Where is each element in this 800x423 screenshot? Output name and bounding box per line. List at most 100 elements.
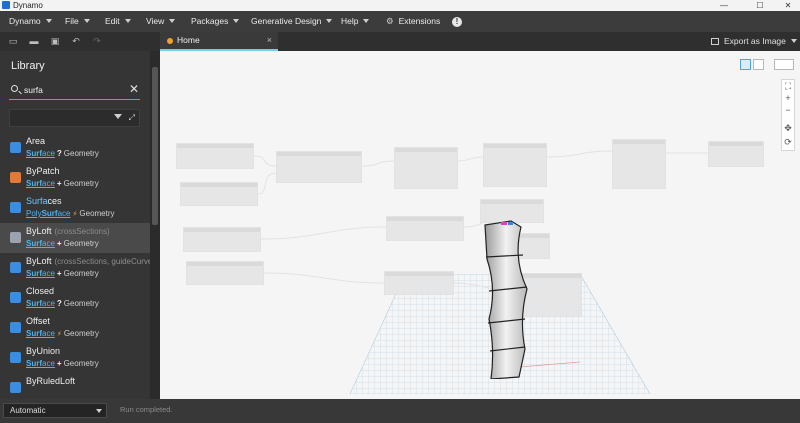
result-name: Closed: [26, 286, 55, 296]
library-result-item[interactable]: Offset Surface ⚡ Geometry: [0, 313, 150, 343]
window-title-bar: Dynamo — ☐ ✕: [0, 0, 800, 11]
chevron-down-icon: [790, 39, 797, 43]
graph-view-icon[interactable]: [753, 59, 764, 70]
library-result-item[interactable]: ByLoft (crossSections, guideCurves) Surfac…: [0, 253, 150, 283]
graph-canvas[interactable]: ⛶ + − ✥ ⟳: [160, 51, 800, 399]
node-type-icon: [10, 142, 21, 153]
export-as-image-button[interactable]: Export as Image: [711, 32, 797, 51]
minimize-button[interactable]: —: [712, 0, 736, 11]
status-bar: Automatic Run completed.: [0, 399, 800, 423]
unsaved-dot-icon: [167, 38, 173, 44]
menu-edit[interactable]: Edit: [105, 11, 131, 32]
image-icon: [711, 38, 719, 45]
result-name: ByLoft (crossSections, guideCurves): [26, 256, 150, 266]
query-type-icon: ?: [56, 149, 62, 158]
result-category: Surface + Geometry: [26, 239, 99, 248]
run-mode-select[interactable]: Automatic: [3, 403, 107, 418]
menu-dynamo-label: Dynamo: [9, 16, 41, 26]
result-category: Surface? Geometry: [26, 299, 99, 308]
result-name: Offset: [26, 316, 50, 326]
chevron-down-icon: [45, 19, 52, 23]
save-icon[interactable]: ▣: [50, 36, 60, 46]
filter-bar: ⤢: [9, 109, 140, 127]
menu-extensions[interactable]: ⚙ Extensions: [386, 11, 440, 32]
menu-file[interactable]: File: [65, 11, 90, 32]
menu-dynamo[interactable]: Dynamo: [9, 11, 52, 32]
menu-help[interactable]: Help: [341, 11, 370, 32]
chevron-down-icon: [326, 19, 333, 23]
menu-edit-label: Edit: [105, 16, 120, 26]
menu-packages[interactable]: Packages: [191, 11, 240, 32]
window-title: Dynamo: [13, 1, 43, 10]
redo-icon[interactable]: ↷: [92, 36, 102, 46]
dynamo-app-icon: [2, 1, 10, 9]
run-status-message: Run completed.: [120, 405, 173, 414]
undo-icon[interactable]: ↶: [71, 36, 81, 46]
menu-view[interactable]: View: [146, 11, 176, 32]
run-mode-value: Automatic: [10, 406, 46, 415]
view-toggle: [740, 59, 764, 70]
action-type-icon: ⚡: [72, 211, 78, 218]
node-layout-icon[interactable]: [774, 59, 794, 70]
zoom-fit-icon[interactable]: ⛶: [782, 80, 794, 92]
zoom-out-icon[interactable]: −: [782, 104, 794, 116]
layout-toggle: [774, 59, 794, 70]
open-folder-icon[interactable]: ▬: [29, 36, 39, 46]
search-results-list: Area Surface? Geometry ByPatch Surface + Geome…: [0, 133, 150, 399]
node-type-icon: [10, 202, 21, 213]
node-type-icon: [10, 292, 21, 303]
maximize-button[interactable]: ☐: [748, 0, 772, 11]
library-result-item[interactable]: ByRuledLoft: [0, 373, 150, 399]
library-result-item[interactable]: Closed Surface? Geometry: [0, 283, 150, 313]
result-name: ByPatch: [26, 166, 60, 176]
node-wires: [253, 150, 708, 292]
result-category: Surface + Geometry: [26, 359, 99, 368]
menu-packages-label: Packages: [191, 16, 229, 26]
zoom-controls: ⛶ + − ✥ ⟳: [781, 79, 795, 151]
chevron-down-icon: [233, 19, 240, 23]
result-name: Area: [26, 136, 46, 146]
node-type-icon: [10, 262, 21, 273]
menu-extensions-label: Extensions: [398, 16, 441, 26]
result-category: PolySurface ⚡ Geometry: [26, 209, 115, 218]
clear-search-icon[interactable]: ✕: [129, 82, 139, 96]
filter-icon[interactable]: [114, 114, 122, 119]
library-result-item[interactable]: ByLoft (crossSections) Surface + Geometry: [0, 223, 150, 253]
search-value[interactable]: surfa: [24, 85, 43, 95]
menu-bar: Dynamo File Edit View Packages Generativ…: [0, 11, 800, 32]
puzzle-icon: ⚙: [386, 16, 394, 26]
action-type-icon: ⚡: [56, 331, 62, 338]
search-input[interactable]: surfa ✕: [9, 82, 140, 100]
result-name: ByLoft (crossSections): [26, 226, 110, 236]
library-result-item[interactable]: Area Surface? Geometry: [0, 133, 150, 163]
chevron-down-icon: [169, 19, 176, 23]
chevron-down-icon: [96, 409, 102, 413]
create-type-icon: +: [56, 269, 62, 278]
close-tab-icon[interactable]: ×: [267, 32, 272, 49]
export-as-image-label: Export as Image: [724, 36, 786, 46]
library-scrollbar[interactable]: [150, 51, 160, 399]
info-icon[interactable]: !: [452, 17, 462, 27]
scrollbar-thumb[interactable]: [152, 67, 158, 225]
create-type-icon: +: [56, 359, 62, 368]
chevron-down-icon: [363, 19, 370, 23]
search-icon: [11, 85, 18, 92]
3d-view-icon[interactable]: [740, 59, 751, 70]
new-file-icon[interactable]: ▭: [8, 36, 18, 46]
lofted-tower-geometry: [484, 220, 528, 379]
expand-icon[interactable]: ⤢: [129, 113, 135, 123]
orbit-icon[interactable]: ⟳: [782, 136, 794, 148]
library-result-item[interactable]: ByUnion Surface + Geometry: [0, 343, 150, 373]
close-window-button[interactable]: ✕: [776, 0, 800, 11]
pan-icon[interactable]: ✥: [782, 122, 794, 134]
result-category: Surface? Geometry: [26, 149, 99, 158]
zoom-in-icon[interactable]: +: [782, 92, 794, 104]
library-result-item[interactable]: Surfaces PolySurface ⚡ Geometry: [0, 193, 150, 223]
library-result-item[interactable]: ByPatch Surface + Geometry: [0, 163, 150, 193]
result-category: Surface + Geometry: [26, 269, 99, 278]
chevron-down-icon: [124, 19, 131, 23]
node-type-icon: [10, 382, 21, 393]
tab-home[interactable]: Home ×: [160, 32, 278, 51]
menu-generative-design[interactable]: Generative Design: [251, 11, 333, 32]
node-type-icon: [10, 232, 21, 243]
